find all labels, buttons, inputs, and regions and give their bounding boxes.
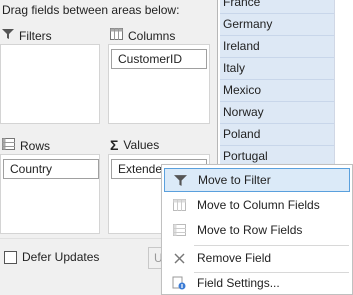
menu-item-label: Move to Filter	[198, 173, 271, 187]
columns-grid-icon	[110, 28, 123, 43]
rows-label: Rows	[20, 138, 51, 153]
filter-icon	[165, 174, 195, 187]
row-fields-icon	[164, 224, 194, 236]
menu-item-label: Move to Column Fields	[197, 198, 320, 212]
menu-item-label: Move to Row Fields	[197, 223, 303, 237]
field-settings-icon	[164, 276, 194, 290]
menu-item-move-to-filter[interactable]: Move to Filter	[164, 168, 350, 192]
rows-drop-area[interactable]: Country	[0, 154, 100, 234]
cell-row-1[interactable]: Germany	[220, 14, 334, 36]
filter-icon	[2, 28, 14, 43]
menu-item-remove-field[interactable]: Remove Field	[164, 246, 350, 270]
filters-drop-area[interactable]	[0, 44, 100, 124]
close-icon	[164, 253, 194, 264]
menu-item-field-settings[interactable]: Field Settings...	[164, 271, 350, 295]
values-area-label: Σ Values	[110, 138, 159, 152]
menu-item-label: Remove Field	[197, 251, 272, 265]
cell-row-4[interactable]: Mexico	[220, 80, 334, 102]
menu-item-move-to-row-fields[interactable]: Move to Row Fields	[164, 218, 350, 242]
defer-updates-label: Defer Updates	[22, 250, 100, 264]
cell-row-6[interactable]: Poland	[220, 124, 334, 146]
columns-label: Columns	[128, 28, 176, 43]
columns-field-chip[interactable]: CustomerID	[111, 49, 207, 69]
column-fields-icon	[164, 199, 194, 211]
cell-row-0[interactable]: France	[220, 0, 334, 14]
values-label: Values	[123, 138, 160, 152]
instruction-text: Drag fields between areas below:	[2, 3, 180, 17]
rows-area-label: Rows	[2, 138, 50, 153]
menu-item-label: Field Settings...	[197, 276, 280, 290]
field-context-menu: Move to Filter Move to Column Fields Mov…	[161, 164, 353, 295]
columns-area-label: Columns	[110, 28, 175, 43]
rows-grid-icon	[2, 138, 15, 153]
cell-row-3[interactable]: Italy	[220, 58, 334, 80]
menu-item-move-to-column-fields[interactable]: Move to Column Fields	[164, 193, 350, 217]
filters-area-label: Filters	[2, 28, 52, 43]
cell-row-5[interactable]: Norway	[220, 102, 334, 124]
sigma-icon: Σ	[110, 137, 119, 153]
filters-label: Filters	[19, 28, 52, 43]
cell-row-2[interactable]: Ireland	[220, 36, 334, 58]
rows-field-chip[interactable]: Country	[3, 159, 99, 179]
defer-updates-checkbox[interactable]	[4, 251, 17, 264]
columns-drop-area[interactable]: CustomerID	[108, 44, 210, 124]
